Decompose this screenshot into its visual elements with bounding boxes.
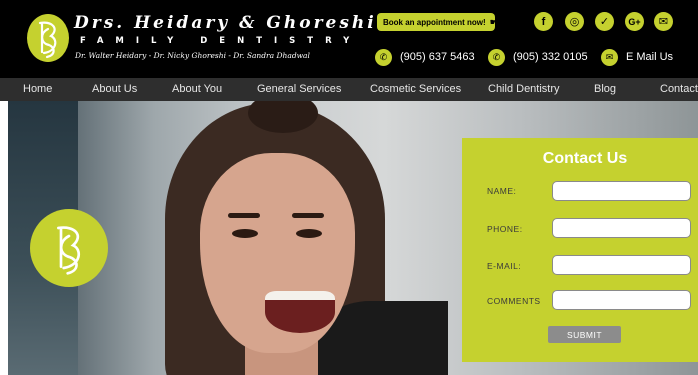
google-plus-icon[interactable]: G+ bbox=[625, 12, 644, 31]
main-nav: Home About Us About You General Services… bbox=[0, 78, 698, 101]
nav-blog[interactable]: Blog bbox=[594, 78, 616, 101]
twitter-icon[interactable]: ✓ bbox=[595, 12, 614, 31]
phone-input[interactable] bbox=[552, 218, 691, 238]
header-bar: Drs. Heidary & Ghoreshi FAMILY DENTISTRY… bbox=[0, 0, 698, 78]
hero-photo-eye bbox=[296, 229, 322, 238]
submit-button[interactable]: SUBMIT bbox=[548, 326, 621, 343]
logo-icon[interactable] bbox=[27, 14, 69, 62]
comments-label: COMMENTS bbox=[487, 296, 541, 306]
nav-about-you[interactable]: About You bbox=[172, 78, 222, 101]
nav-general-services[interactable]: General Services bbox=[257, 78, 341, 101]
phone-2[interactable]: ✆ (905) 332 0105 bbox=[488, 46, 588, 68]
email-label: E-MAIL: bbox=[487, 261, 522, 271]
phone-1[interactable]: ✆ (905) 637 5463 bbox=[375, 46, 475, 68]
hero-photo-brow bbox=[228, 213, 260, 218]
contact-form-title: Contact Us bbox=[542, 150, 628, 167]
name-input[interactable] bbox=[552, 181, 691, 201]
monogram-icon bbox=[56, 226, 81, 275]
nav-about-us[interactable]: About Us bbox=[92, 78, 137, 101]
nav-cosmetic-services[interactable]: Cosmetic Services bbox=[370, 78, 461, 101]
phone-1-number: (905) 637 5463 bbox=[400, 51, 475, 63]
email-us-label: E Mail Us bbox=[626, 51, 674, 63]
facebook-icon[interactable]: f bbox=[534, 12, 553, 31]
pointer-icon: ☛ bbox=[489, 16, 498, 27]
mail-icon: ✉ bbox=[601, 48, 618, 66]
book-appointment-button[interactable]: Book an appointment now! ☛ bbox=[377, 13, 498, 31]
hero-photo-eye bbox=[232, 229, 258, 238]
nav-contact[interactable]: Contact bbox=[660, 78, 698, 101]
hero-logo-icon bbox=[30, 209, 108, 287]
book-appointment-label: Book an appointment now! bbox=[383, 17, 486, 27]
nav-home[interactable]: Home bbox=[23, 78, 52, 101]
phone-label: PHONE: bbox=[487, 224, 523, 234]
email-input[interactable] bbox=[552, 255, 691, 275]
phone-2-number: (905) 332 0105 bbox=[513, 51, 588, 63]
name-label: NAME: bbox=[487, 186, 517, 196]
brand-subtitle: FAMILY DENTISTRY bbox=[80, 36, 362, 46]
page-edge bbox=[0, 101, 8, 375]
phone-icon: ✆ bbox=[488, 48, 505, 66]
email-icon[interactable]: ✉ bbox=[654, 12, 673, 31]
brand-doctors: Dr. Walter Heidary - Dr. Nicky Ghoreshi … bbox=[75, 51, 310, 60]
instagram-icon[interactable]: ◎ bbox=[565, 12, 584, 31]
nav-child-dentistry[interactable]: Child Dentistry bbox=[488, 78, 560, 101]
phone-icon: ✆ bbox=[375, 48, 392, 66]
hero-photo-smile bbox=[265, 291, 335, 333]
contact-form-panel: Contact Us NAME: PHONE: E-MAIL: COMMENTS… bbox=[462, 138, 698, 362]
brand-name[interactable]: Drs. Heidary & Ghoreshi bbox=[74, 13, 377, 33]
comments-input[interactable] bbox=[552, 290, 691, 310]
email-us-link[interactable]: ✉ E Mail Us bbox=[601, 46, 673, 68]
hero-photo-brow bbox=[292, 213, 324, 218]
